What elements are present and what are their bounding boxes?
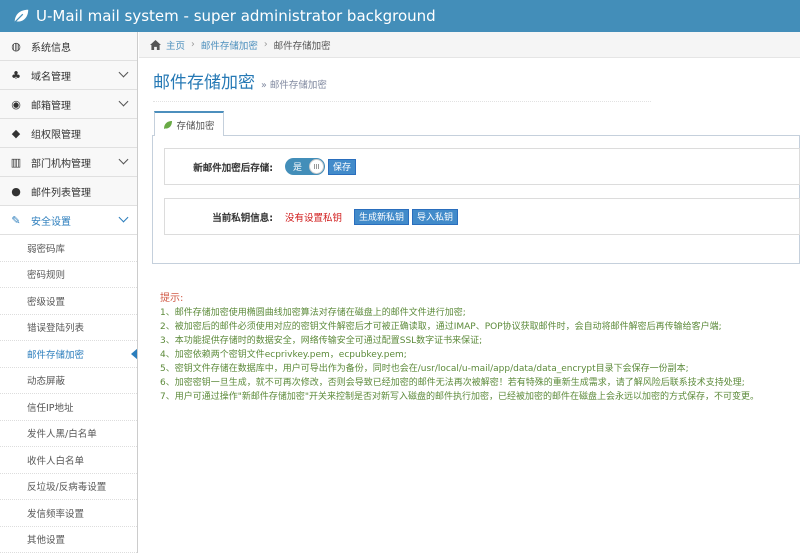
page-title: 邮件存储加密 — [153, 73, 255, 93]
submenu-item[interactable]: 弱密码库 — [0, 235, 137, 262]
home-icon — [150, 39, 161, 50]
leaf-logo-icon — [14, 9, 29, 23]
generate-key-button[interactable]: 生成新私钥 — [354, 208, 410, 225]
tip-line: 7、用户可通过操作"新邮件存储加密"开关来控制是否对新写入磁盘的邮件执行加密，已… — [160, 392, 760, 402]
tags-icon: ◆ — [11, 126, 21, 140]
breadcrumb-current: 邮件存储加密 — [273, 40, 331, 52]
tip-line: 6、加密密钥一旦生成，就不可再次修改，否则会导致已经加密的邮件无法再次被解密！若… — [160, 378, 745, 388]
sidebar-item-3[interactable]: ◆ 组权限管理 — [0, 119, 137, 148]
submenu-item[interactable]: 密码规则 — [0, 261, 137, 288]
sidebar-item-5[interactable]: ● 邮件列表管理 — [0, 177, 137, 206]
sidebar-item-label: 系统信息 — [31, 42, 71, 54]
sidebar-item-1[interactable]: ♣ 域名管理 — [0, 61, 137, 90]
tip-line: 1、邮件存储加密使用椭圆曲线加密算法对存储在磁盘上的邮件文件进行加密; — [160, 308, 466, 318]
wrench-icon: ✎ — [11, 213, 21, 227]
chevron-down-icon — [118, 96, 129, 107]
sidebar-item-security-settings[interactable]: ✎ 安全设置 — [0, 206, 137, 235]
submenu-item[interactable]: 发件人黑/白名单 — [0, 420, 137, 447]
tip-line: 4、加密依赖两个密钥文件ecprivkey.pem，ecpubkey.pem; — [160, 350, 407, 360]
dashboard-icon: ◍ — [11, 39, 21, 53]
sidebar-item-label: 部门机构管理 — [31, 158, 91, 170]
breadcrumb-home-link[interactable]: 主页 — [166, 38, 185, 52]
bar-chart-icon: ▥ — [10, 155, 22, 169]
tips-section: 提示: 1、邮件存储加密使用椭圆曲线加密算法对存储在磁盘上的邮件文件进行加密; 2… — [160, 292, 800, 404]
breadcrumb-level1-link[interactable]: 邮件存储加密 — [201, 38, 258, 52]
submenu-item[interactable]: 信任IP地址 — [0, 394, 137, 421]
sidebar-item-2[interactable]: ◉ 邮箱管理 — [0, 90, 137, 119]
encrypt-toggle[interactable]: 是 — [285, 158, 325, 175]
submenu-item[interactable]: 反垃圾/反病毒设置 — [0, 473, 137, 500]
breadcrumb-separator: › — [191, 39, 195, 50]
sidebar-submenu: 弱密码库 密码规则 密级设置 错误登陆列表 邮件存储加密 动态屏蔽 信任IP地址 发件人黑/白… — [0, 235, 137, 553]
top-navbar: U-Mail mail system - super administrator… — [0, 0, 800, 32]
encrypt-setting-label: 新邮件加密后存储: — [193, 162, 273, 174]
leaf-icon — [164, 120, 173, 129]
import-key-button[interactable]: 导入私钥 — [412, 208, 459, 225]
tab-label: 存储加密 — [176, 120, 215, 132]
submenu-item[interactable]: 发信频率设置 — [0, 500, 137, 527]
sidebar-item-label: 邮件列表管理 — [31, 187, 91, 199]
sitemap-icon: ♣ — [11, 68, 21, 82]
chevron-down-icon — [118, 154, 129, 165]
private-key-status: 没有设置私钥 — [285, 212, 343, 224]
breadcrumb: 主页 › 邮件存储加密 › 邮件存储加密 — [139, 32, 800, 58]
tip-line: 5、密钥文件存储在数据库中，用户可导出作为备份，同时也会在/usr/local/… — [160, 364, 689, 374]
toggle-knob-icon — [309, 159, 324, 174]
tab-storage-encryption[interactable]: 存储加密 — [154, 111, 224, 136]
submenu-item[interactable]: 收件人白名单 — [0, 447, 137, 474]
page-header: 邮件存储加密 » 邮件存储加密 — [153, 68, 651, 102]
sidebar-item-label: 安全设置 — [31, 216, 71, 228]
submenu-item[interactable]: 密级设置 — [0, 288, 137, 315]
sidebar-item-label: 组权限管理 — [31, 129, 81, 141]
tips-title: 提示: — [160, 293, 184, 304]
private-key-controls: 没有设置私钥 生成新私钥 导入私钥 — [285, 199, 459, 234]
breadcrumb-separator: › — [263, 39, 268, 50]
private-key-label: 当前私钥信息: — [212, 212, 273, 224]
submenu-item[interactable]: 错误登陆列表 — [0, 314, 137, 341]
save-button[interactable]: 保存 — [328, 158, 357, 175]
tip-line: 3、本功能提供存储时的数据安全，网络传输安全可通过配置SSL数字证书来保证; — [160, 336, 483, 346]
sidebar-item-4[interactable]: ▥ 部门机构管理 — [0, 148, 137, 177]
submenu-item[interactable]: 邮件存储加密 — [0, 341, 137, 368]
tab-panel: 新邮件加密后存储: 是 保存 当前私钥信息: 没有设置私钥 生成新私钥 导入私钥 — [152, 135, 800, 264]
submenu-item[interactable]: 动态屏蔽 — [0, 367, 137, 394]
submenu-item[interactable]: 其他设置 — [0, 526, 137, 553]
sidebar-item-label: 邮箱管理 — [31, 100, 71, 112]
chevron-down-icon — [118, 67, 129, 78]
user-icon: ● — [11, 184, 21, 198]
private-key-row: 当前私钥信息: 没有设置私钥 生成新私钥 导入私钥 — [164, 198, 800, 235]
sidebar: ◍ 系统信息 ♣ 域名管理 ◉ 邮箱管理 ◆ 组权限管理 ▥ 部门机构管理 ● 邮件列表管理 ✎ 安全… — [0, 32, 138, 553]
page-subtitle: » 邮件存储加密 — [261, 80, 327, 91]
globe-icon: ◉ — [11, 97, 21, 111]
sidebar-item-0[interactable]: ◍ 系统信息 — [0, 32, 137, 61]
toggle-text: 是 — [293, 163, 303, 173]
encrypt-setting-row: 新邮件加密后存储: 是 保存 — [164, 148, 800, 185]
encrypt-setting-controls: 是 保存 — [285, 149, 357, 184]
app-title: U-Mail mail system - super administrator… — [36, 7, 436, 25]
sidebar-item-label: 域名管理 — [31, 71, 71, 83]
tip-line: 2、被加密后的邮件必须使用对应的密钥文件解密后才可被正确读取，通过IMAP、PO… — [160, 322, 722, 332]
chevron-down-icon — [118, 212, 129, 223]
